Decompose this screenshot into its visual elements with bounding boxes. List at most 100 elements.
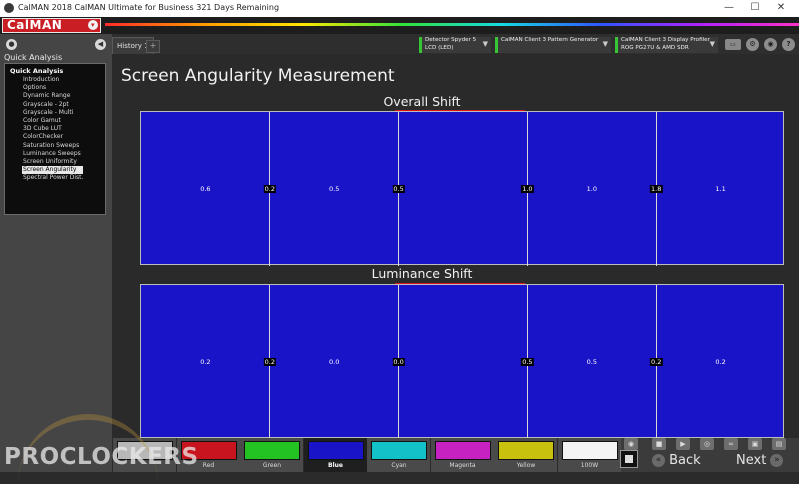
tree-group-label[interactable]: Quick Analysis: [10, 67, 63, 75]
sidebar-item[interactable]: 3D Cube LUT: [23, 125, 83, 133]
tab-bar: History 1 + Detector Spyder 5 LCD (LED) …: [112, 34, 799, 54]
color-swatch[interactable]: Magenta: [429, 438, 494, 472]
watermark: PROCLOCKERS: [4, 444, 199, 470]
export-icon[interactable]: ▤: [772, 438, 786, 450]
display-line2: ROG PG27U & AMD SDR: [621, 44, 689, 51]
sidebar-expand-icon[interactable]: ●: [6, 39, 17, 50]
chevron-down-icon: ▼: [602, 40, 608, 48]
loop-icon[interactable]: ∞: [724, 438, 738, 450]
overall-shift-chart: 0.6 0.5 1.0 1.1 0.2 0.5 1.0 1.8: [140, 111, 784, 266]
gear-icon[interactable]: ⚙: [746, 38, 759, 51]
settings-icon[interactable]: ◉: [764, 38, 777, 51]
sidebar-item[interactable]: Screen Uniformity: [23, 158, 83, 166]
next-button[interactable]: Next »: [736, 452, 784, 470]
eye-icon[interactable]: ◉: [624, 438, 638, 450]
window-titlebar: CalMAN 2018 CalMAN Ultimate for Business…: [0, 0, 799, 17]
app-icon: [4, 3, 14, 13]
save-icon[interactable]: ▣: [748, 438, 762, 450]
swatch-label: 100W: [580, 462, 599, 469]
boundary-value: 1.8: [650, 185, 663, 193]
back-label: Back: [669, 453, 701, 468]
sidebar-item[interactable]: Spectral Power Dist.: [23, 174, 83, 182]
luminance-shift-chart: 0.2 0.0 0.5 0.2 0.2 0.0 0.5 0.2: [140, 284, 784, 439]
swatch-label: Magenta: [449, 462, 476, 469]
color-swatch[interactable]: Blue: [302, 438, 367, 472]
page-title: Screen Angularity Measurement: [121, 66, 395, 86]
swatch-label: Green: [262, 462, 282, 469]
sidebar-item[interactable]: Dynamic Range: [23, 92, 83, 100]
rainbow-stripe: [105, 23, 799, 26]
generator-line1: CalMAN Client 3 Pattern Generator: [501, 37, 599, 43]
color-swatch[interactable]: Cyan: [366, 438, 430, 472]
sidebar-header: Quick Analysis: [4, 53, 63, 62]
sidebar-item[interactable]: Options: [23, 84, 83, 92]
logo-text: CalMAN: [7, 18, 63, 32]
chevron-down-icon: ▼: [482, 40, 488, 48]
sidebar-item[interactable]: Saturation Sweeps: [23, 142, 83, 150]
brand-bar: CalMAN ▾: [0, 17, 799, 34]
next-label: Next: [736, 453, 767, 468]
monitor-icon[interactable]: ▭: [725, 39, 741, 50]
cell-value: 0.5: [329, 185, 340, 193]
generator-device-select[interactable]: CalMAN Client 3 Pattern Generator ▼: [495, 37, 611, 53]
bottom-bar: 100W Yellow Magenta Cyan Blue Green Red ◉ ■ ▶ …: [112, 438, 799, 472]
next-arrow-icon: »: [770, 454, 784, 467]
back-arrow-icon: «: [652, 454, 665, 467]
chevron-down-icon: ▾: [88, 20, 98, 30]
sidebar: ● ◀ Quick Analysis Quick Analysis Introd…: [0, 34, 112, 472]
boundary-value: 0.0: [392, 358, 405, 366]
back-button[interactable]: « Back: [652, 452, 701, 470]
color-swatch[interactable]: Green: [239, 438, 303, 472]
record-icon[interactable]: ■: [652, 438, 666, 450]
boundary-value: 0.5: [521, 358, 534, 366]
sidebar-item[interactable]: Color Gamut: [23, 117, 83, 125]
minimize-button[interactable]: —: [718, 1, 740, 15]
cell-value: 0.2: [715, 358, 726, 366]
sidebar-item[interactable]: Screen Angularity: [22, 166, 84, 175]
display-device-select[interactable]: CalMAN Client 3 Display Profiler ROG PG2…: [615, 37, 718, 53]
play-icon[interactable]: ▶: [676, 438, 690, 450]
stop-icon: [625, 455, 633, 463]
swatch-label: Yellow: [516, 462, 536, 469]
close-button[interactable]: ✕: [770, 1, 792, 15]
workflow-tree: Quick Analysis Introduction Options Dynami…: [4, 63, 106, 215]
headset-icon[interactable]: ◎: [700, 438, 714, 450]
meter-line1: Detector Spyder 5: [425, 37, 477, 43]
color-swatch[interactable]: Yellow: [493, 438, 557, 472]
sidebar-item[interactable]: Grayscale - 2pt: [23, 101, 83, 109]
swatch-color: [307, 441, 364, 460]
swatch-label: Cyan: [391, 462, 407, 469]
sidebar-collapse-icon[interactable]: ◀: [95, 39, 106, 50]
swatch-color: [561, 441, 618, 460]
maximize-button[interactable]: ☐: [744, 1, 766, 15]
sidebar-item[interactable]: ColorChecker: [23, 133, 83, 141]
sidebar-item[interactable]: Luminance Sweeps: [23, 150, 83, 158]
luminance-shift-title: Luminance Shift: [371, 266, 473, 281]
cell-value: 0.5: [586, 358, 597, 366]
window-title: CalMAN 2018 CalMAN Ultimate for Business…: [18, 3, 280, 12]
cell-value: 1.1: [715, 185, 726, 193]
help-icon[interactable]: ?: [782, 38, 795, 51]
workflow-step-list: Introduction Options Dynamic Range Grayscal…: [22, 76, 84, 182]
swatch-color: [498, 441, 554, 460]
stop-button[interactable]: [620, 450, 638, 468]
boundary-value: 0.2: [263, 358, 276, 366]
main-content: Screen Angularity Measurement Overall Sh…: [112, 54, 799, 439]
sidebar-item[interactable]: Introduction: [23, 76, 83, 84]
boundary-value: 0.5: [392, 185, 405, 193]
swatch-color: [244, 441, 300, 460]
meter-line2: LCD (LED): [425, 44, 454, 51]
cell-value: 0.0: [329, 358, 340, 366]
swatch-color: [434, 441, 491, 460]
color-swatch[interactable]: 100W: [556, 438, 621, 472]
add-tab-button[interactable]: +: [146, 40, 160, 53]
calman-logo-button[interactable]: CalMAN ▾: [2, 18, 101, 33]
boundary-value: 0.2: [650, 358, 663, 366]
swatch-color: [371, 441, 427, 460]
boundary-value: 0.2: [263, 185, 276, 193]
meter-device-select[interactable]: Detector Spyder 5 LCD (LED) ▼: [419, 37, 491, 53]
swatch-label: Blue: [328, 462, 343, 469]
sidebar-item[interactable]: Grayscale - Multi: [23, 109, 83, 117]
cell-value: 1.0: [586, 185, 597, 193]
cell-value: 0.6: [200, 185, 211, 193]
